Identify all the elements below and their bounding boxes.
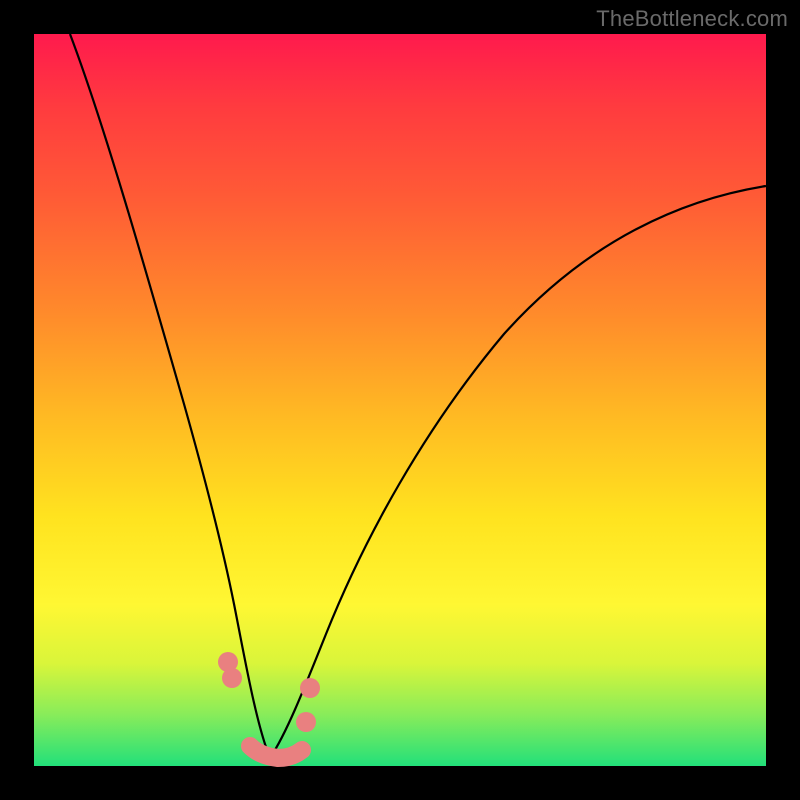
- outer-frame: TheBottleneck.com: [0, 0, 800, 800]
- marker-dot: [222, 668, 242, 688]
- marker-dot: [300, 678, 320, 698]
- marker-dot: [296, 712, 316, 732]
- plot-area: [34, 34, 766, 766]
- curve-layer: [34, 34, 766, 766]
- curve-left-branch: [70, 34, 270, 758]
- curve-right-branch: [270, 186, 766, 758]
- watermark-text: TheBottleneck.com: [596, 6, 788, 32]
